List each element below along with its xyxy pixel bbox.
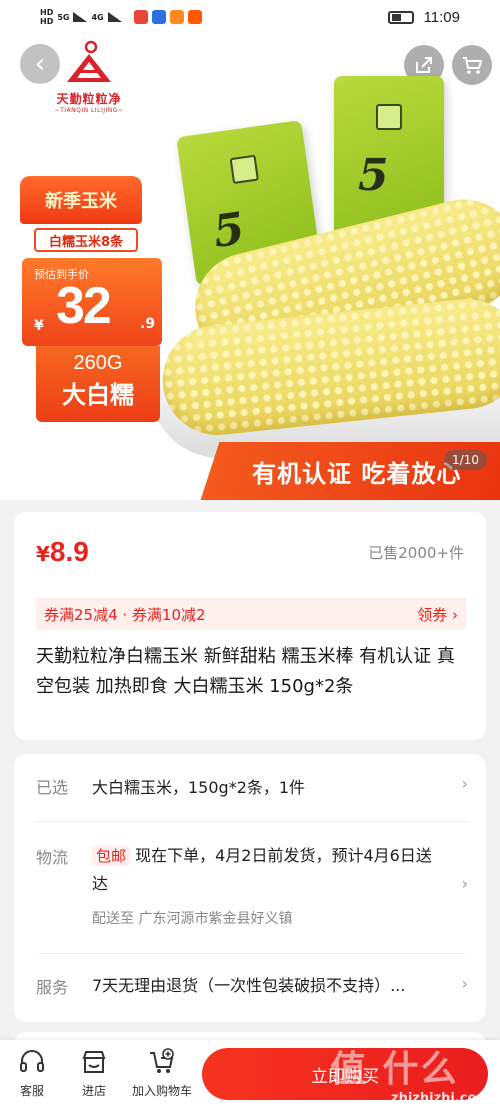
estimated-price-integer: 32 — [56, 277, 112, 335]
net-type: 4G — [91, 12, 104, 22]
shipping-row[interactable]: 物流 包邮 现在下单，4月2日前发货，预计4月6日送达 › 配送至 广东河源市紫… — [36, 838, 468, 954]
product-details-card: 已选 大白糯玉米，150g*2条，1件 › 物流 包邮 现在下单，4月2日前发货… — [14, 754, 486, 1022]
weight-tag: 260G 大白糯 — [36, 346, 160, 422]
chevron-right-icon: › — [461, 974, 468, 993]
promo-subtitle: 白糯玉米8条 — [34, 228, 138, 252]
promo-title: 新季玉米 — [20, 176, 142, 224]
estimated-price-symbol: ¥ — [34, 318, 44, 334]
price-symbol: ¥ — [36, 542, 50, 566]
current-price: ¥8.9 — [36, 536, 89, 568]
bag-number: 5 — [210, 203, 248, 258]
variety-text: 大白糯 — [62, 381, 134, 409]
battery-icon — [387, 10, 414, 24]
service-value: 7天无理由退货（一次性包装破损不支持）... — [92, 976, 406, 995]
share-icon — [416, 57, 432, 73]
signal-icon — [107, 12, 122, 22]
bag-number: 5 — [358, 150, 389, 201]
network-label: HD — [40, 8, 54, 17]
app-notification-icon — [133, 10, 148, 24]
coupon-bar[interactable]: 券满25减4 · 券满10减2 领券 › — [36, 598, 466, 630]
enter-shop-button[interactable]: 进店 — [76, 1046, 112, 1099]
shipping-label: 物流 — [36, 848, 69, 867]
slogan-text: 有机认证 吃着放心 — [252, 460, 462, 488]
chevron-right-icon: › — [461, 874, 468, 893]
selected-spec-row[interactable]: 已选 大白糯玉米，150g*2条，1件 › — [36, 774, 468, 822]
image-counter: 1/10 — [444, 450, 487, 470]
cart-icon — [463, 57, 483, 74]
brand-name: 天勤粒粒净 — [56, 92, 122, 106]
bag-logo-icon — [376, 104, 402, 130]
estimated-price-decimal: .9 — [140, 316, 156, 332]
chevron-right-icon: › — [461, 774, 468, 793]
brand-logo-icon — [67, 40, 111, 82]
cart-button[interactable] — [452, 45, 492, 85]
sold-count: 已售2000+件 — [368, 544, 464, 562]
price-value: 8.9 — [49, 536, 89, 567]
shipping-value: 现在下单，4月2日前发货，预计4月6日送达 — [92, 846, 432, 893]
signal-icon — [73, 12, 88, 22]
customer-service-button[interactable]: 客服 — [14, 1046, 50, 1099]
estimated-price-tag: 预估到手价 ¥ 32 .9 — [22, 258, 162, 346]
app-notification-icon — [169, 10, 184, 24]
buy-now-button[interactable]: 立即购买 — [202, 1048, 488, 1100]
service-row[interactable]: 服务 7天无理由退货（一次性包装破损不支持）... › — [36, 966, 468, 1006]
headset-icon — [20, 1050, 44, 1072]
status-bar: HD HD 5G 4G 11:09 — [0, 0, 500, 34]
selected-label: 已选 — [36, 778, 69, 797]
bottom-action-bar: 客服 进店 加入购物车 立即购买 — [0, 1040, 500, 1111]
app-notification-icon — [151, 10, 166, 24]
customer-service-label: 客服 — [19, 1084, 44, 1098]
coupon-text: 券满25减4 · 券满10减2 — [44, 605, 206, 624]
net-type: 5G — [57, 12, 70, 22]
selected-value: 大白糯玉米，150g*2条，1件 — [92, 778, 306, 797]
clock: 11:09 — [423, 8, 460, 26]
free-shipping-badge: 包邮 — [92, 846, 131, 866]
app-notification-icon — [187, 10, 202, 24]
back-icon: ‹ — [34, 49, 46, 79]
back-button[interactable]: ‹ — [20, 44, 60, 84]
service-label: 服务 — [36, 978, 69, 997]
weight-text: 260G — [73, 352, 123, 374]
shipping-info: 包邮 现在下单，4月2日前发货，预计4月6日送达 — [92, 842, 442, 898]
product-image-carousel[interactable]: 天勤粒粒净 ~TIANQIN LILIJING~ ‹ 5 5 新季玉米 白糯玉米… — [0, 0, 500, 500]
ship-to-address: 配送至 广东河源市紫金县好义镇 — [92, 911, 293, 927]
product-info-card: ¥8.9 已售2000+件 券满25减4 · 券满10减2 领券 › 天勤粒粒净… — [14, 512, 486, 740]
store-icon — [82, 1051, 106, 1073]
add-to-cart-label: 加入购物车 — [131, 1084, 192, 1098]
network-label: HD — [40, 17, 54, 26]
add-to-cart-button[interactable]: 加入购物车 — [122, 1046, 202, 1099]
bag-logo-icon — [229, 154, 259, 185]
brand-subtitle: ~TIANQIN LILIJING~ — [54, 107, 124, 114]
get-coupon-button[interactable]: 领券 › — [417, 604, 458, 625]
enter-shop-label: 进店 — [81, 1084, 106, 1098]
product-title: 天勤粒粒净白糯玉米 新鲜甜粘 糯玉米棒 有机认证 真空包装 加热即食 大白糯玉米… — [36, 646, 455, 697]
add-cart-icon — [150, 1048, 174, 1073]
promo-card: 新季玉米 白糯玉米8条 预估到手价 ¥ 32 .9 260G 大白糯 — [14, 176, 162, 422]
